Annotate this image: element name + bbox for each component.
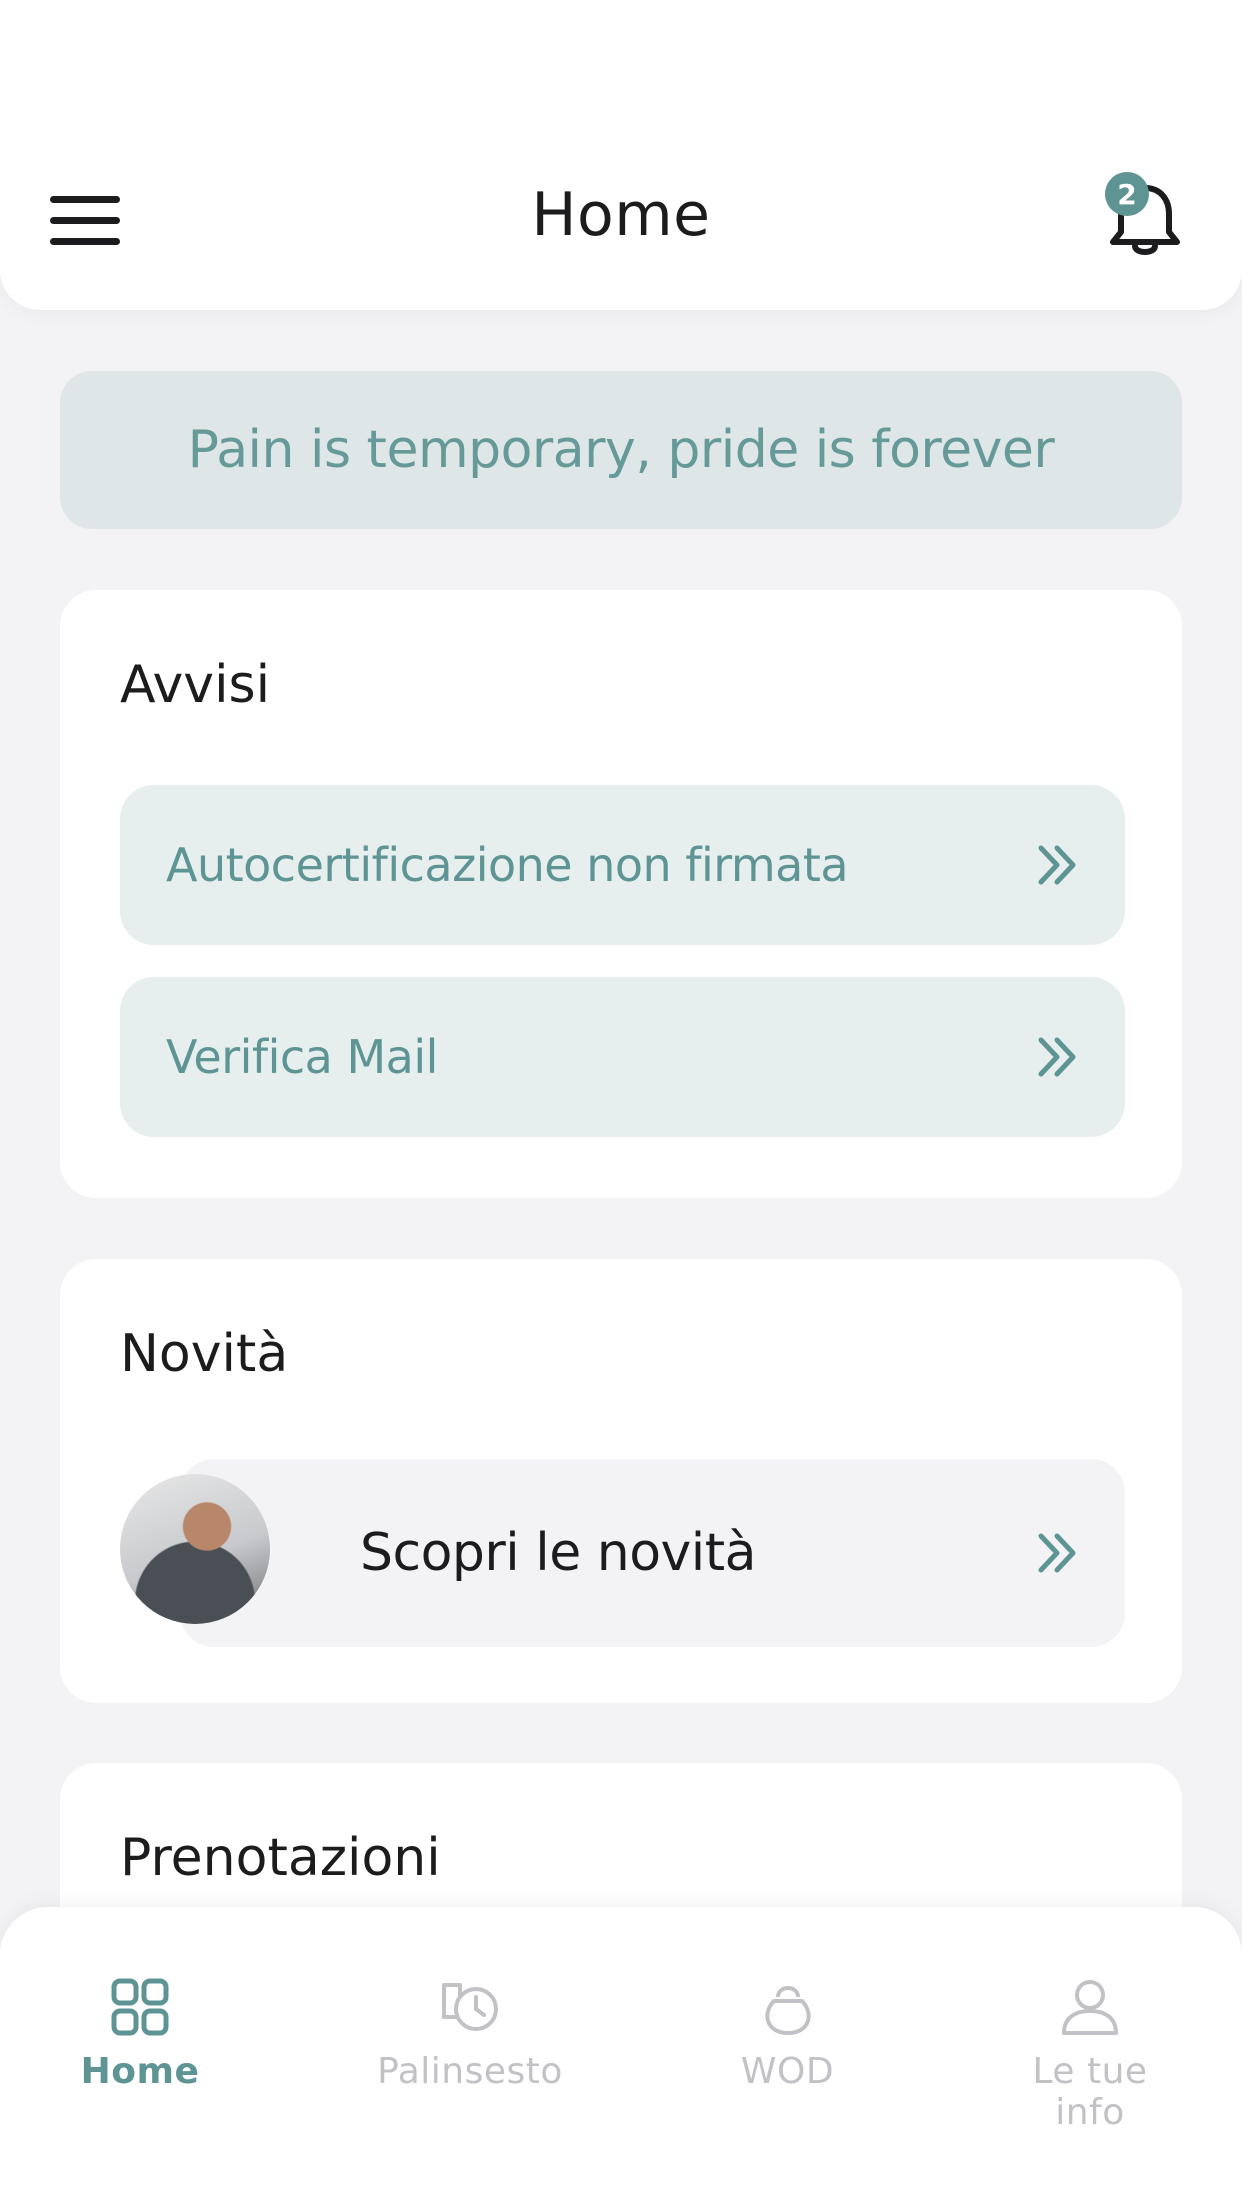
notifications-button[interactable]: 2 <box>1095 170 1195 270</box>
double-chevron-right-icon <box>1038 845 1076 885</box>
alerts-title: Avvisi <box>120 655 271 715</box>
kettlebell-icon <box>764 1986 811 2035</box>
news-item-label: Scopri le novità <box>360 1523 757 1583</box>
alert-item-verify-mail[interactable]: Verifica Mail <box>120 977 1125 1137</box>
news-card: Novità Scopri le novità <box>60 1259 1182 1703</box>
alert-item-label: Autocertificazione non firmata <box>166 838 849 892</box>
nav-schedule-label: Palinsesto <box>377 2051 563 2092</box>
nav-home[interactable]: Home <box>70 1977 210 2092</box>
user-icon <box>1062 1980 1118 2035</box>
nav-my-info[interactable]: Le tue info <box>995 1977 1185 2133</box>
news-title: Novità <box>120 1324 289 1384</box>
nav-wod-label: WOD <box>740 2051 835 2092</box>
nav-my-info-label: Le tue info <box>1032 2051 1148 2133</box>
page-title: Home <box>531 180 711 250</box>
schedule-icon <box>442 1983 498 2031</box>
alert-item-label: Verifica Mail <box>166 1030 438 1084</box>
nav-home-label: Home <box>80 2051 200 2092</box>
notification-badge: 2 <box>1105 172 1149 216</box>
news-thumbnail-image <box>120 1474 270 1624</box>
motivational-quote: Pain is temporary, pride is forever <box>60 371 1182 529</box>
app-header: Home 2 <box>0 0 1242 310</box>
alert-item-self-certification[interactable]: Autocertificazione non firmata <box>120 785 1125 945</box>
nav-schedule[interactable]: Palinsesto <box>370 1977 570 2092</box>
grid-icon <box>111 1978 169 2036</box>
discover-news-button[interactable]: Scopri le novità <box>180 1459 1125 1647</box>
bookings-title: Prenotazioni <box>120 1828 441 1888</box>
nav-wod[interactable]: WOD <box>730 1977 845 2092</box>
bottom-navigation: Home Palinsesto WOD Le tue info <box>0 1907 1242 2208</box>
double-chevron-right-icon <box>1038 1533 1076 1573</box>
alerts-card: Avvisi Autocertificazione non firmata Ve… <box>60 590 1182 1198</box>
double-chevron-right-icon <box>1038 1037 1076 1077</box>
